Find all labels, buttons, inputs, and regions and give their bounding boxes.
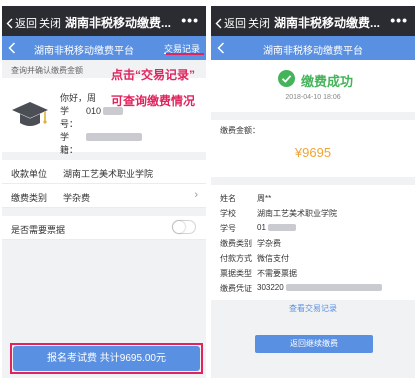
graduation-cap-icon	[12, 102, 48, 126]
wechat-nav-bar: 返回 关闭 湖南非税移动缴费... •••	[211, 6, 415, 36]
phone-screen-left: 返回 关闭 湖南非税移动缴费... ••• 湖南非税移动缴费平台 交易记录 查询…	[2, 6, 206, 378]
detail-value: 01	[257, 223, 266, 232]
detail-row: 学校 湖南工艺美术职业学院	[220, 208, 337, 219]
detail-row: 票据类型 不需要票据	[220, 268, 297, 279]
detail-row: 学号 01	[220, 223, 296, 234]
redacted-text	[86, 133, 142, 141]
student-id-label: 学号：	[60, 106, 79, 129]
wechat-title: 湖南非税移动缴费...	[273, 16, 380, 30]
detail-value: 湖南工艺美术职业学院	[257, 209, 337, 218]
redacted-text	[285, 284, 382, 291]
receipt-label: 是否需要票据	[11, 225, 66, 235]
more-menu-icon[interactable]: •••	[181, 12, 199, 28]
wechat-title: 湖南非税移动缴费...	[64, 16, 171, 30]
page-header: 湖南非税移动缴费平台	[211, 36, 415, 60]
detail-value: 不需要票据	[257, 269, 297, 278]
amount-card: 缴费金额： ¥9695	[211, 120, 415, 177]
student-info-card: 你好， 周 学号： 010 学籍：	[2, 78, 206, 155]
success-message: 缴费成功	[301, 74, 354, 89]
payee-row: 收款单位 湖南工艺美术职业学院	[2, 160, 206, 184]
greeting-label: 你好，	[60, 93, 88, 103]
chevron-right-icon: ›	[194, 189, 198, 201]
success-check-icon	[278, 70, 295, 87]
detail-value: 303220	[257, 283, 284, 292]
return-continue-button[interactable]: 返回继续缴费	[255, 335, 373, 353]
detail-label: 缴费类别	[220, 239, 252, 248]
detail-row: 缴费类别 学杂费	[220, 238, 281, 249]
detail-label: 付款方式	[220, 254, 252, 263]
category-value: 学杂费	[63, 193, 91, 203]
amount-value: ¥9695	[294, 145, 332, 160]
detail-row: 姓名 周**	[220, 193, 271, 204]
view-records-link[interactable]: 查看交易记录	[211, 303, 415, 314]
annotation-line-2: 可查询缴费情况	[111, 94, 196, 108]
wechat-nav-bar: 返回 关闭 湖南非税移动缴费... •••	[2, 6, 206, 36]
detail-value: 学杂费	[257, 239, 281, 248]
payee-label: 收款单位	[11, 169, 48, 179]
redacted-text	[267, 224, 296, 231]
detail-label: 学号	[220, 224, 236, 233]
phone-screen-right: 返回 关闭 湖南非税移动缴费... ••• 湖南非税移动缴费平台 缴费成功 20…	[211, 6, 415, 378]
page-title: 湖南非税移动缴费平台	[263, 46, 363, 57]
student-id-value: 010	[86, 106, 102, 116]
amount-label: 缴费金额：	[220, 126, 260, 135]
more-menu-icon[interactable]: •••	[390, 12, 408, 28]
category-row[interactable]: 缴费类别 学杂费 ›	[2, 184, 206, 208]
success-timestamp: 2018-04-10 18:06	[285, 94, 341, 101]
detail-row: 付款方式 微信支付	[220, 253, 289, 264]
payment-details-card: 姓名 周** 学校 湖南工艺美术职业学院 学号 01 缴费类别 学杂费 付款方式…	[211, 185, 415, 300]
student-name: 周	[87, 93, 97, 103]
payee-value: 湖南工艺美术职业学院	[63, 169, 154, 179]
annotation-line-1: 点击“交易记录”	[111, 68, 196, 82]
records-highlight-underline	[166, 43, 204, 55]
detail-value: 周**	[257, 194, 272, 203]
payment-success-card: 缴费成功 2018-04-10 18:06	[211, 60, 415, 112]
detail-value: 微信支付	[257, 254, 289, 263]
receipt-toggle[interactable]	[172, 220, 196, 234]
detail-label: 缴费凭证	[220, 284, 252, 293]
detail-label: 姓名	[220, 194, 236, 203]
student-college-label: 学籍：	[60, 132, 79, 155]
toggle-knob	[173, 221, 185, 233]
detail-label: 学校	[220, 209, 236, 218]
detail-label: 票据类型	[220, 269, 252, 278]
submit-payment-button[interactable]: 报名考试费 共计9695.00元	[13, 346, 200, 371]
receipt-row: 是否需要票据	[2, 216, 206, 240]
category-label: 缴费类别	[11, 193, 48, 203]
detail-row: 缴费凭证 303220	[220, 283, 382, 294]
